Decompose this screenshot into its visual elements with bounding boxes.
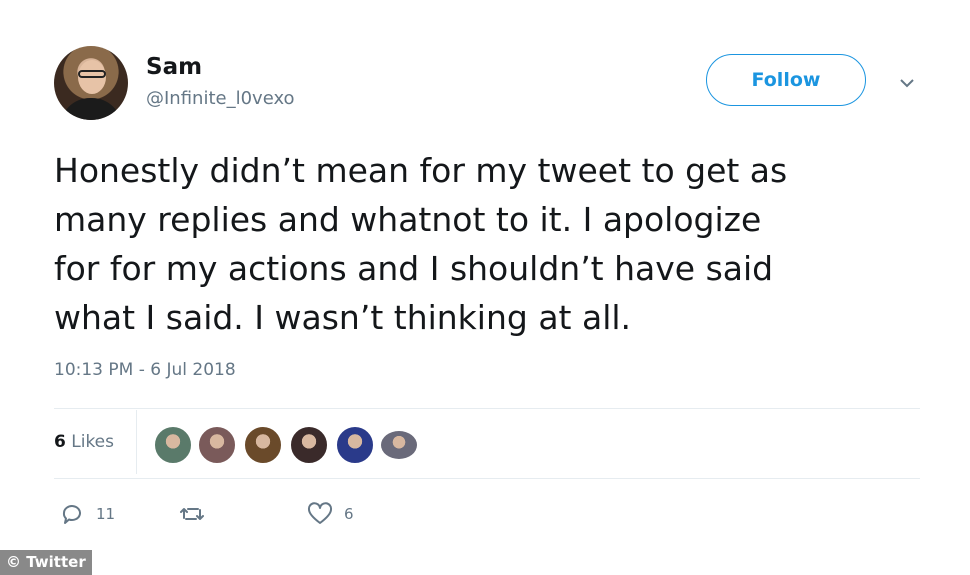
- likes-separator: [136, 410, 137, 474]
- divider-top: [54, 408, 920, 409]
- tweet-line: for for my actions and I shouldn’t have …: [54, 249, 774, 288]
- tweet-timestamp[interactable]: 10:13 PM - 6 Jul 2018: [54, 360, 236, 380]
- reply-icon: [62, 505, 81, 524]
- follow-button[interactable]: Follow: [706, 54, 866, 106]
- tweet-line: many replies and whatnot to it. I apolog…: [54, 200, 762, 239]
- retweet-icon: [180, 508, 204, 520]
- likes-count[interactable]: 6 Likes: [54, 432, 114, 452]
- divider-bottom: [54, 478, 920, 479]
- heart-icon: [307, 502, 333, 524]
- author-handle[interactable]: @Infinite_l0vexo: [146, 88, 295, 109]
- liker-avatar[interactable]: [380, 430, 418, 460]
- liker-avatar[interactable]: [244, 426, 282, 464]
- likes-label: Likes: [71, 432, 114, 452]
- avatar[interactable]: [54, 46, 128, 120]
- watermark: © Twitter: [0, 550, 92, 575]
- tweet-line: what I said. I wasn’t thinking at all.: [54, 298, 632, 337]
- retweet-button[interactable]: [178, 500, 216, 528]
- liker-avatar[interactable]: [154, 426, 192, 464]
- likes-number: 6: [54, 432, 66, 452]
- like-button[interactable]: 6: [306, 500, 354, 528]
- avatar-shirt: [60, 98, 122, 120]
- tweet-text: Honestly didn’t mean for my tweet to get…: [54, 146, 924, 342]
- author-name[interactable]: Sam: [146, 54, 202, 80]
- like-count: 6: [344, 505, 354, 523]
- avatar-glasses: [78, 70, 106, 78]
- liker-avatar[interactable]: [198, 426, 236, 464]
- reply-count: 11: [96, 505, 116, 523]
- liker-avatar[interactable]: [336, 426, 374, 464]
- tweet-line: Honestly didn’t mean for my tweet to get…: [54, 151, 788, 190]
- reply-button[interactable]: 11: [58, 500, 115, 528]
- chevron-down-icon[interactable]: [896, 72, 918, 94]
- liker-avatar[interactable]: [290, 426, 328, 464]
